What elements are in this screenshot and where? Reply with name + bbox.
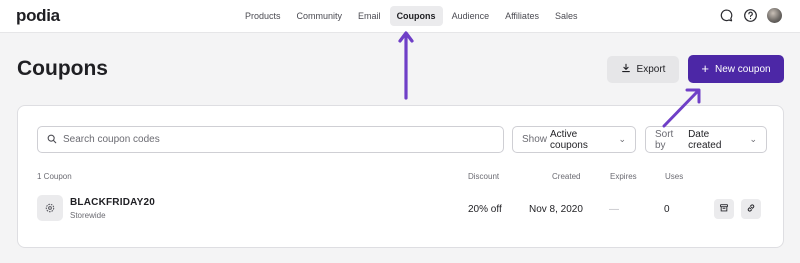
- search-input[interactable]: Search coupon codes: [37, 126, 504, 153]
- coupon-scope: Storewide: [70, 211, 106, 220]
- export-button[interactable]: Export: [607, 56, 679, 83]
- nav-item-community[interactable]: Community: [290, 6, 350, 26]
- column-header-discount: Discount: [468, 172, 500, 181]
- help-icon[interactable]: [743, 8, 758, 23]
- sort-value: Date created: [688, 128, 722, 151]
- podia-logo[interactable]: podia: [16, 6, 60, 26]
- nav-item-sales[interactable]: Sales: [548, 6, 585, 26]
- coupon-created: Nov 8, 2020: [529, 204, 583, 215]
- chevron-down-icon: ⌄: [618, 134, 626, 144]
- nav-item-coupons[interactable]: Coupons: [389, 6, 443, 26]
- column-header-expires: Expires: [610, 172, 637, 181]
- coupon-tag-icon: [37, 195, 63, 221]
- copy-link-button[interactable]: [741, 199, 761, 219]
- search-placeholder: Search coupon codes: [63, 134, 160, 145]
- column-header-uses: Uses: [665, 172, 684, 181]
- coupon-count: 1 Coupon: [37, 172, 72, 181]
- coupon-uses: 0: [664, 204, 670, 215]
- new-coupon-label: New coupon: [715, 63, 771, 75]
- nav-item-products[interactable]: Products: [238, 6, 288, 26]
- archive-icon: [719, 200, 729, 218]
- main-nav: Products Community Email Coupons Audienc…: [230, 6, 584, 26]
- new-coupon-button[interactable]: + New coupon: [688, 55, 784, 83]
- link-icon: [746, 200, 756, 218]
- avatar[interactable]: [767, 8, 782, 23]
- chat-icon[interactable]: [719, 8, 734, 23]
- nav-item-email[interactable]: Email: [351, 6, 388, 26]
- archive-button[interactable]: [714, 199, 734, 219]
- table-row[interactable]: BLACKFRIDAY20 Storewide 20% off Nov 8, 2…: [18, 194, 783, 224]
- top-navbar: podia Products Community Email Coupons A…: [0, 0, 800, 33]
- search-icon: [47, 131, 57, 149]
- coupon-expires: —: [609, 204, 619, 215]
- column-header-created: Created: [552, 172, 581, 181]
- plus-icon: +: [701, 61, 709, 76]
- nav-item-audience[interactable]: Audience: [445, 6, 497, 26]
- sort-label: Sort by: [655, 128, 674, 151]
- show-filter-label: Show: [522, 134, 548, 145]
- show-filter-value: Active coupons: [550, 128, 588, 151]
- annotation-arrow-coupons: [398, 31, 414, 100]
- header-icons: [719, 8, 782, 23]
- coupon-discount: 20% off: [468, 204, 502, 215]
- chevron-down-icon: ⌄: [749, 134, 757, 144]
- nav-item-affiliates[interactable]: Affiliates: [498, 6, 546, 26]
- show-filter-select[interactable]: Show Active coupons ⌄: [512, 126, 636, 153]
- download-icon: [621, 63, 631, 76]
- page-title: Coupons: [17, 57, 108, 80]
- sort-select[interactable]: Sort by Date created ⌄: [645, 126, 767, 153]
- coupon-code[interactable]: BLACKFRIDAY20: [70, 197, 155, 208]
- coupons-card: Search coupon codes Show Active coupons …: [17, 105, 784, 248]
- export-label: Export: [636, 64, 666, 75]
